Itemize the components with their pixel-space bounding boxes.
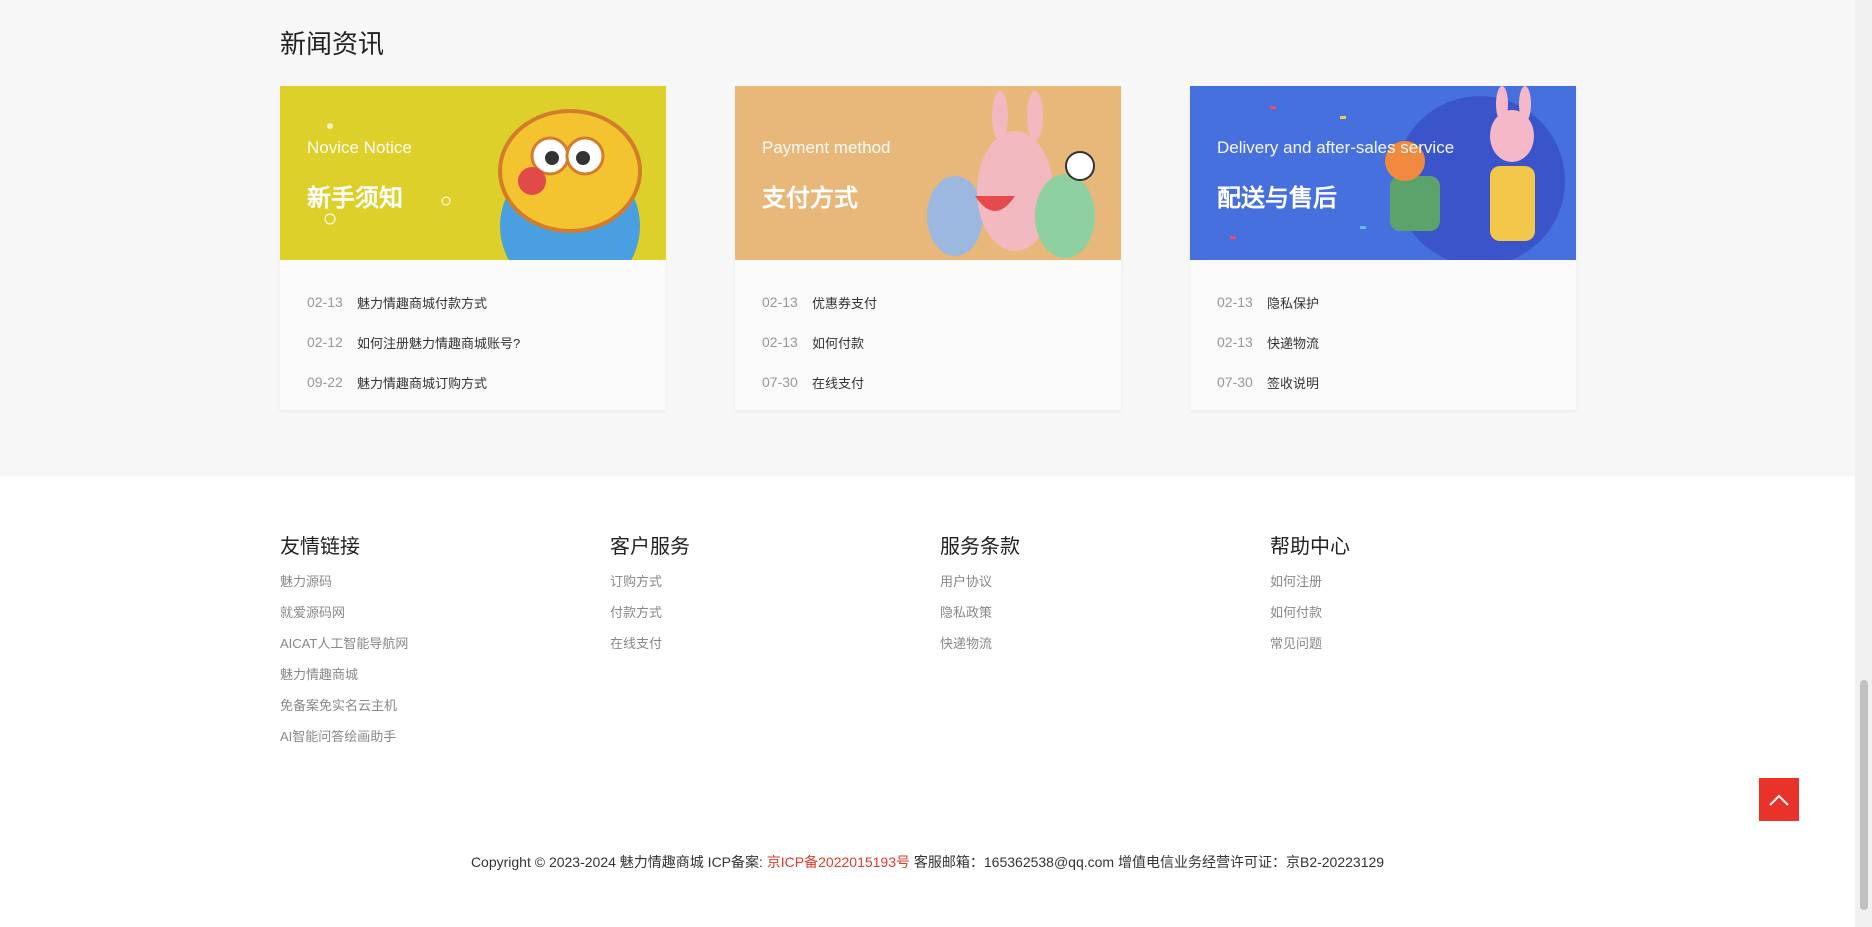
news-date: 02-13 [1217,294,1253,310]
news-list: 02-13 隐私保护 02-13 快递物流 07-30 签收说明 [1190,260,1576,402]
bunny-cat-illustration [1230,86,1565,260]
news-date: 07-30 [762,374,798,390]
footer-link[interactable]: 快递物流 [940,635,1240,666]
news-item[interactable]: 02-13 快递物流 [1217,322,1549,362]
footer-column-help: 帮助中心 如何注册 如何付款 常见问题 [1270,530,1570,666]
banner-novice[interactable]: Novice Notice 新手须知 [280,86,666,260]
news-item[interactable]: 07-30 签收说明 [1217,362,1549,402]
footer-link[interactable]: AICAT人工智能导航网 [280,635,580,666]
footer-link[interactable]: 在线支付 [610,635,910,666]
news-date: 02-13 [762,334,798,350]
news-title[interactable]: 如何付款 [812,333,864,352]
copyright-bar: Copyright © 2023-2024 魅力情趣商城 ICP备案: 京ICP… [0,852,1855,872]
banner-en-title: Payment method [762,138,891,157]
footer-link[interactable]: 常见问题 [1270,635,1570,666]
footer-column-title: 帮助中心 [1270,536,1350,558]
footer-link[interactable]: 付款方式 [610,604,910,635]
news-date: 07-30 [1217,374,1253,390]
news-item[interactable]: 02-13 如何付款 [762,322,1094,362]
news-title[interactable]: 在线支付 [812,373,864,392]
news-item[interactable]: 02-13 优惠券支付 [762,282,1094,322]
footer-link[interactable]: 如何注册 [1270,573,1570,604]
news-title[interactable]: 隐私保护 [1267,293,1319,312]
news-title[interactable]: 优惠券支付 [812,293,877,312]
news-item[interactable]: 02-13 魅力情趣商城付款方式 [307,282,639,322]
footer-column-terms: 服务条款 用户协议 隐私政策 快递物流 [940,530,1240,666]
footer-column-friend-links: 友情链接 魅力源码 就爱源码网 AICAT人工智能导航网 魅力情趣商城 免备案免… [280,530,580,759]
news-card-delivery: Delivery and after-sales service 配送与售后 0… [1190,86,1576,410]
footer-link[interactable]: 订购方式 [610,573,910,604]
news-item[interactable]: 09-22 魅力情趣商城订购方式 [307,362,639,402]
news-date: 09-22 [307,374,343,390]
news-item[interactable]: 07-30 在线支付 [762,362,1094,402]
news-date: 02-12 [307,334,343,350]
icp-link[interactable]: 京ICP备2022015193号 [767,854,910,870]
footer-column-title: 服务条款 [940,536,1020,558]
news-date: 02-13 [762,294,798,310]
news-title[interactable]: 魅力情趣商城付款方式 [357,293,487,312]
footer-column-customer-service: 客户服务 订购方式 付款方式 在线支付 [610,530,910,666]
banner-zh-title: 新手须知 [307,185,403,212]
footer-link[interactable]: 魅力情趣商城 [280,666,580,697]
banner-zh-title: 配送与售后 [1217,185,1337,212]
chevron-up-icon [1769,794,1789,806]
news-title[interactable]: 魅力情趣商城订购方式 [357,373,487,392]
news-title[interactable]: 签收说明 [1267,373,1319,392]
footer-link[interactable]: 免备案免实名云主机 [280,697,580,728]
footer-link[interactable]: 用户协议 [940,573,1240,604]
copyright-contact: 客服邮箱：165362538@qq.com 增值电信业务经营许可证：京B2-20… [910,854,1385,870]
news-title[interactable]: 如何注册魅力情趣商城账号? [357,333,520,352]
back-to-top-button[interactable] [1759,778,1799,821]
footer-column-title: 友情链接 [280,536,360,558]
news-date: 02-13 [1217,334,1253,350]
news-title[interactable]: 快递物流 [1267,333,1319,352]
news-item[interactable]: 02-13 隐私保护 [1217,282,1549,322]
news-list: 02-13 魅力情趣商城付款方式 02-12 如何注册魅力情趣商城账号? 09-22… [280,260,666,402]
footer-link[interactable]: 就爱源码网 [280,604,580,635]
kids-illustration [927,91,1095,258]
news-date: 02-13 [307,294,343,310]
cat-illustration [324,109,642,260]
footer-column-title: 客户服务 [610,536,690,558]
banner-zh-title: 支付方式 [762,185,858,212]
news-item[interactable]: 02-12 如何注册魅力情趣商城账号? [307,322,639,362]
news-section: 新闻资讯 Novice Notice 新手须知 02-13 魅力情趣商城付款方式 … [0,0,1855,476]
news-list: 02-13 优惠券支付 02-13 如何付款 07-30 在线支付 [735,260,1121,402]
scrollbar-thumb[interactable] [1860,680,1868,910]
copyright-text: Copyright © 2023-2024 魅力情趣商城 ICP备案: [470,854,767,870]
footer-link[interactable]: 魅力源码 [280,573,580,604]
banner-en-title: Delivery and after-sales service [1217,138,1455,157]
footer-link[interactable]: 如何付款 [1270,604,1570,635]
news-card-novice: Novice Notice 新手须知 02-13 魅力情趣商城付款方式 02-12… [280,86,666,410]
footer-link[interactable]: AI智能问答绘画助手 [280,728,580,759]
news-card-payment: Payment method 支付方式 02-13 优惠券支付 02-13 如何付款… [735,86,1121,410]
banner-payment[interactable]: Payment method 支付方式 [735,86,1121,260]
footer-link[interactable]: 隐私政策 [940,604,1240,635]
banner-en-title: Novice Notice [307,138,412,157]
banner-delivery[interactable]: Delivery and after-sales service 配送与售后 [1190,86,1576,260]
section-title: 新闻资讯 [280,29,385,59]
